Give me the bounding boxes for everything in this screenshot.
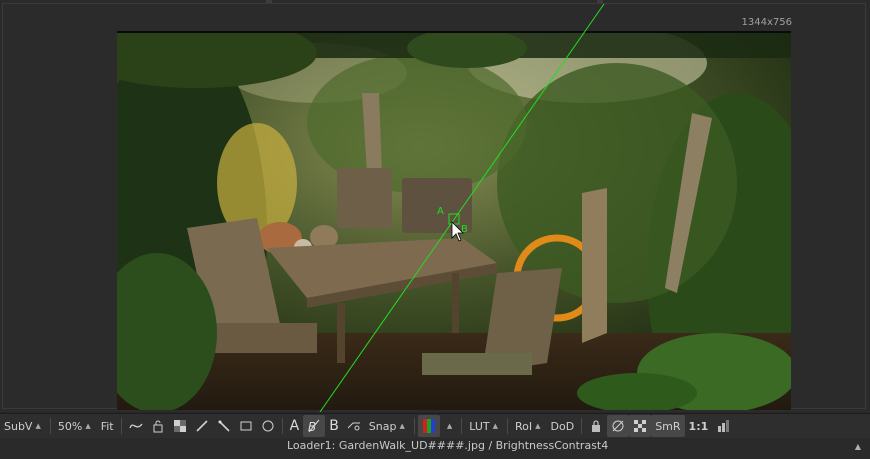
checker-tool-button[interactable] [169,415,191,437]
subview-caret-icon[interactable]: ▲ [35,422,40,430]
toolbar-separator [507,418,509,434]
ellipse-tool-button[interactable] [257,415,279,437]
lock-button[interactable] [585,415,607,437]
disable-overlay-icon [612,420,624,432]
ellipse-icon [262,420,274,432]
lut-button[interactable]: LUT ▲ [465,415,504,437]
image-resolution-label: 1344x756 [741,17,792,28]
roi-label: RoI [515,419,533,433]
zoom-button[interactable]: 50% ▲ [54,415,97,437]
rectangle-icon [240,421,252,431]
color-channel-button[interactable] [417,415,440,437]
subview-label: SubV [4,419,33,433]
status-bar: Loader1: GardenWalk_UD####.jpg / Brightn… [0,438,870,459]
toolbar-separator [461,418,463,434]
buffer-b-label: B [329,418,339,434]
checker-background-icon [634,420,647,432]
slash-button[interactable] [607,415,630,437]
garden-scene-image [117,33,791,410]
one-to-one-button[interactable]: 1:1 [685,415,713,437]
padlock-node-icon [153,420,163,433]
snap-caret-icon[interactable]: ▲ [399,422,404,430]
subview-button[interactable]: SubV ▲ [0,415,47,437]
rgb-channel-icon [422,419,435,433]
guides-icon [347,422,360,431]
expand-arrow-icon[interactable]: ▲ [855,442,861,451]
toolbar-separator [413,418,415,434]
buffer-ab-button[interactable]: B [303,415,326,437]
brush-icon [196,420,208,432]
channel-caret-button[interactable]: ▲ [440,415,458,437]
viewer-toolbar: SubV ▲ 50% ▲ Fit A B B Snap ▲ ▲ LUT ▲ Ro… [0,413,870,439]
channel-caret-icon: ▲ [446,422,453,430]
toolbar-separator [49,418,51,434]
viewer-image[interactable] [117,31,791,412]
fit-label: Fit [100,419,114,433]
magic-wand-icon [218,420,230,432]
smr-button[interactable]: SmR [651,415,685,437]
ab-split-icon: B [308,419,320,433]
lock-tool-button[interactable] [147,415,169,437]
zoom-caret-icon[interactable]: ▲ [85,422,90,430]
fit-button[interactable]: Fit [97,415,118,437]
roi-caret-icon[interactable]: ▲ [535,422,540,430]
levels-icon [718,420,730,432]
checkerboard-icon [173,420,186,432]
buffer-a-label: A [289,418,300,434]
wand-tool-button[interactable] [213,415,235,437]
dod-button[interactable]: DoD [547,415,579,437]
levels-button[interactable] [712,415,734,437]
buffer-b-button[interactable]: B [325,415,343,437]
toolbar-separator [281,418,283,434]
checker-background-button[interactable] [629,415,652,437]
dod-label: DoD [550,419,575,433]
rectangle-tool-button[interactable] [235,415,257,437]
lock-icon [592,420,601,432]
toolbar-separator [120,418,122,434]
spline-icon [129,423,143,429]
brush-tool-button[interactable] [191,415,213,437]
guides-button[interactable] [343,415,365,437]
buffer-a-button[interactable]: A [286,415,304,437]
snap-label: Snap [368,419,397,433]
roi-button[interactable]: RoI ▲ [511,415,547,437]
snap-button[interactable]: Snap ▲ [365,415,411,437]
zoom-label: 50% [57,419,83,433]
smr-label: SmR [655,419,681,433]
toolbar-separator [581,418,583,434]
lut-caret-icon[interactable]: ▲ [493,422,498,430]
viewer-panel[interactable]: 1344x756 A B [0,0,870,412]
lut-label: LUT [469,419,490,433]
viewer-source-label: Loader1: GardenWalk_UD####.jpg / Brightn… [287,439,609,452]
spline-tool-button[interactable] [125,415,147,437]
one-to-one-label: 1:1 [688,419,709,433]
